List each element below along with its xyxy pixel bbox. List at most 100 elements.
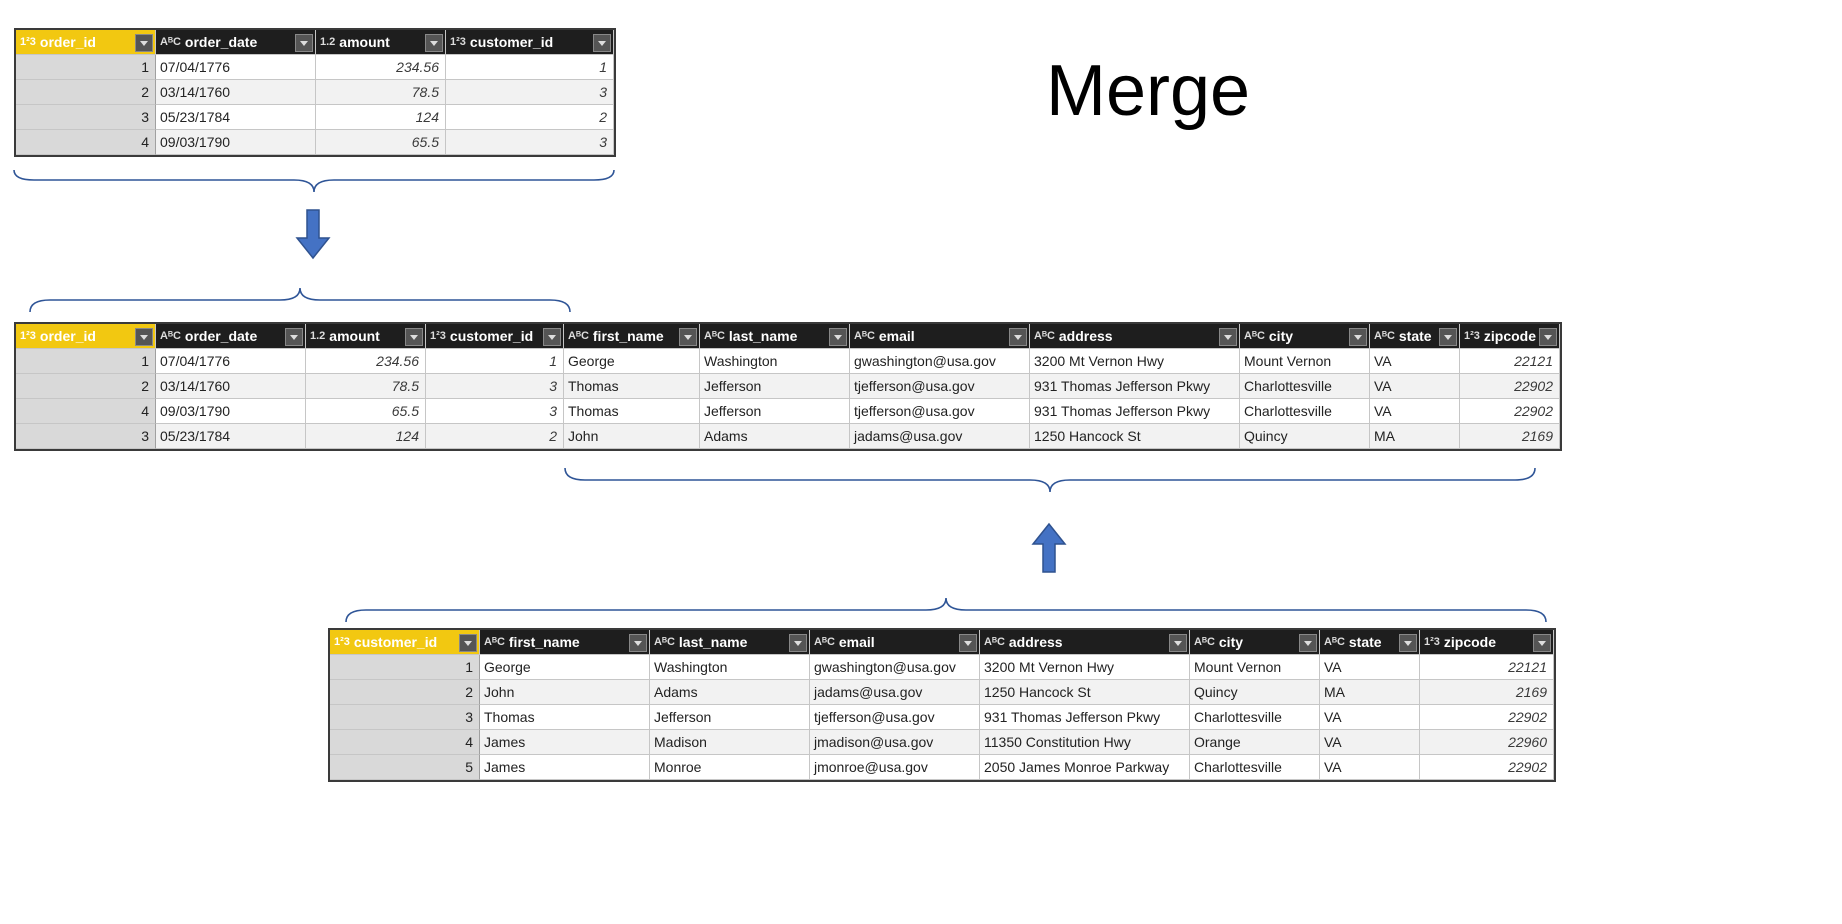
cell-email: gwashington@usa.gov <box>810 655 980 680</box>
cell-zipcode: 22960 <box>1420 730 1554 755</box>
column-filter-dropdown[interactable] <box>1219 328 1237 346</box>
column-filter-dropdown[interactable] <box>959 634 977 652</box>
cell-order_id: 3 <box>16 424 156 449</box>
column-header-order_date[interactable]: AᴮCorder_date <box>156 324 306 349</box>
column-header-zipcode[interactable]: 1²3zipcode <box>1420 630 1554 655</box>
cell-customer_id: 1 <box>446 55 614 80</box>
column-filter-dropdown[interactable] <box>1439 328 1457 346</box>
cell-amount: 65.5 <box>306 399 426 424</box>
column-header-zipcode[interactable]: 1²3zipcode <box>1460 324 1560 349</box>
column-filter-dropdown[interactable] <box>1399 634 1417 652</box>
cell-address: 3200 Mt Vernon Hwy <box>980 655 1190 680</box>
column-header-state[interactable]: AᴮCstate <box>1320 630 1420 655</box>
column-filter-dropdown[interactable] <box>789 634 807 652</box>
column-header-address[interactable]: AᴮCaddress <box>980 630 1190 655</box>
table-row: 305/23/17841242 <box>16 105 614 130</box>
table-header-row: 1²3customer_idAᴮCfirst_nameAᴮClast_nameA… <box>330 630 1554 655</box>
column-header-last_name[interactable]: AᴮC last_name <box>650 630 810 655</box>
table-row: 305/23/17841242JohnAdamsjadams@usa.gov12… <box>16 424 1560 449</box>
column-header-city[interactable]: AᴮCcity <box>1190 630 1320 655</box>
column-filter-dropdown[interactable] <box>1009 328 1027 346</box>
cell-order_id: 4 <box>16 130 156 155</box>
column-header-customer_id[interactable]: 1²3customer_id <box>330 630 480 655</box>
column-header-email[interactable]: AᴮCemail <box>810 630 980 655</box>
column-filter-dropdown[interactable] <box>405 328 423 346</box>
column-header-customer_id[interactable]: 1²3customer_id <box>426 324 564 349</box>
bracket-merged-top <box>30 286 570 312</box>
column-filter-dropdown[interactable] <box>1533 634 1551 652</box>
column-filter-dropdown[interactable] <box>295 34 313 52</box>
column-type-icon: AᴮC <box>1034 330 1055 342</box>
cell-address: 931 Thomas Jefferson Pkwy <box>1030 399 1240 424</box>
column-filter-dropdown[interactable] <box>679 328 697 346</box>
column-header-first_name[interactable]: AᴮCfirst_name <box>480 630 650 655</box>
column-label: zipcode <box>1484 328 1536 344</box>
column-type-icon: AᴮC <box>814 636 835 648</box>
column-filter-dropdown[interactable] <box>459 634 477 652</box>
column-filter-dropdown[interactable] <box>425 34 443 52</box>
column-filter-dropdown[interactable] <box>285 328 303 346</box>
cell-city: Charlottesville <box>1190 755 1320 780</box>
column-header-first_name[interactable]: AᴮCfirst_name <box>564 324 700 349</box>
column-header-amount[interactable]: 1.2amount <box>316 30 446 55</box>
column-type-icon: 1²3 <box>450 36 466 48</box>
cell-order_id: 3 <box>16 105 156 130</box>
cell-address: 11350 Constitution Hwy <box>980 730 1190 755</box>
column-filter-dropdown[interactable] <box>629 634 647 652</box>
cell-first_name: Thomas <box>564 399 700 424</box>
cell-zipcode: 22902 <box>1460 374 1560 399</box>
table-row: 1GeorgeWashingtongwashington@usa.gov3200… <box>330 655 1554 680</box>
column-header-state[interactable]: AᴮC state <box>1370 324 1460 349</box>
column-header-amount[interactable]: 1.2amount <box>306 324 426 349</box>
cell-address: 1250 Hancock St <box>980 680 1190 705</box>
column-header-order_date[interactable]: AᴮCorder_date <box>156 30 316 55</box>
column-label: order_date <box>185 34 257 50</box>
column-filter-dropdown[interactable] <box>1169 634 1187 652</box>
column-filter-dropdown[interactable] <box>1539 328 1557 346</box>
column-label: city <box>1269 328 1293 344</box>
column-label: customer_id <box>450 328 533 344</box>
cell-zipcode: 22902 <box>1420 755 1554 780</box>
cell-zipcode: 2169 <box>1460 424 1560 449</box>
column-header-email[interactable]: AᴮCemail <box>850 324 1030 349</box>
cell-customer_id: 5 <box>330 755 480 780</box>
cell-order_date: 05/23/1784 <box>156 105 316 130</box>
column-filter-dropdown[interactable] <box>829 328 847 346</box>
cell-email: gwashington@usa.gov <box>850 349 1030 374</box>
table-row: 5JamesMonroejmonroe@usa.gov2050 James Mo… <box>330 755 1554 780</box>
column-type-icon: AᴮC <box>484 636 505 648</box>
table-row: 203/14/176078.53ThomasJeffersontjefferso… <box>16 374 1560 399</box>
cell-city: Quincy <box>1240 424 1370 449</box>
column-type-icon: AᴮC <box>1374 330 1395 342</box>
column-type-icon: 1.2 <box>310 330 325 342</box>
cell-email: tjefferson@usa.gov <box>810 705 980 730</box>
cell-address: 931 Thomas Jefferson Pkwy <box>1030 374 1240 399</box>
arrow-up-customers <box>1031 522 1067 575</box>
column-filter-dropdown[interactable] <box>135 34 153 52</box>
column-header-address[interactable]: AᴮCaddress <box>1030 324 1240 349</box>
table-row: 4JamesMadisonjmadison@usa.gov11350 Const… <box>330 730 1554 755</box>
cell-customer_id: 1 <box>426 349 564 374</box>
column-filter-dropdown[interactable] <box>135 328 153 346</box>
column-filter-dropdown[interactable] <box>543 328 561 346</box>
column-header-order_id[interactable]: 1²3order_id <box>16 30 156 55</box>
column-filter-dropdown[interactable] <box>1299 634 1317 652</box>
table-row: 107/04/1776234.561GeorgeWashingtongwashi… <box>16 349 1560 374</box>
cell-state: MA <box>1320 680 1420 705</box>
column-label: amount <box>339 34 390 50</box>
column-label: state <box>1399 328 1432 344</box>
column-header-customer_id[interactable]: 1²3customer_id <box>446 30 614 55</box>
column-filter-dropdown[interactable] <box>593 34 611 52</box>
column-header-city[interactable]: AᴮC city <box>1240 324 1370 349</box>
column-type-icon: AᴮC <box>654 636 675 648</box>
cell-zipcode: 22902 <box>1420 705 1554 730</box>
cell-last_name: Monroe <box>650 755 810 780</box>
cell-city: Charlottesville <box>1240 374 1370 399</box>
column-header-order_id[interactable]: 1²3order_id <box>16 324 156 349</box>
column-label: last_name <box>679 634 747 650</box>
column-type-icon: AᴮC <box>1244 330 1265 342</box>
column-filter-dropdown[interactable] <box>1349 328 1367 346</box>
column-header-last_name[interactable]: AᴮClast_name <box>700 324 850 349</box>
cell-state: VA <box>1320 755 1420 780</box>
column-type-icon: AᴮC <box>984 636 1005 648</box>
